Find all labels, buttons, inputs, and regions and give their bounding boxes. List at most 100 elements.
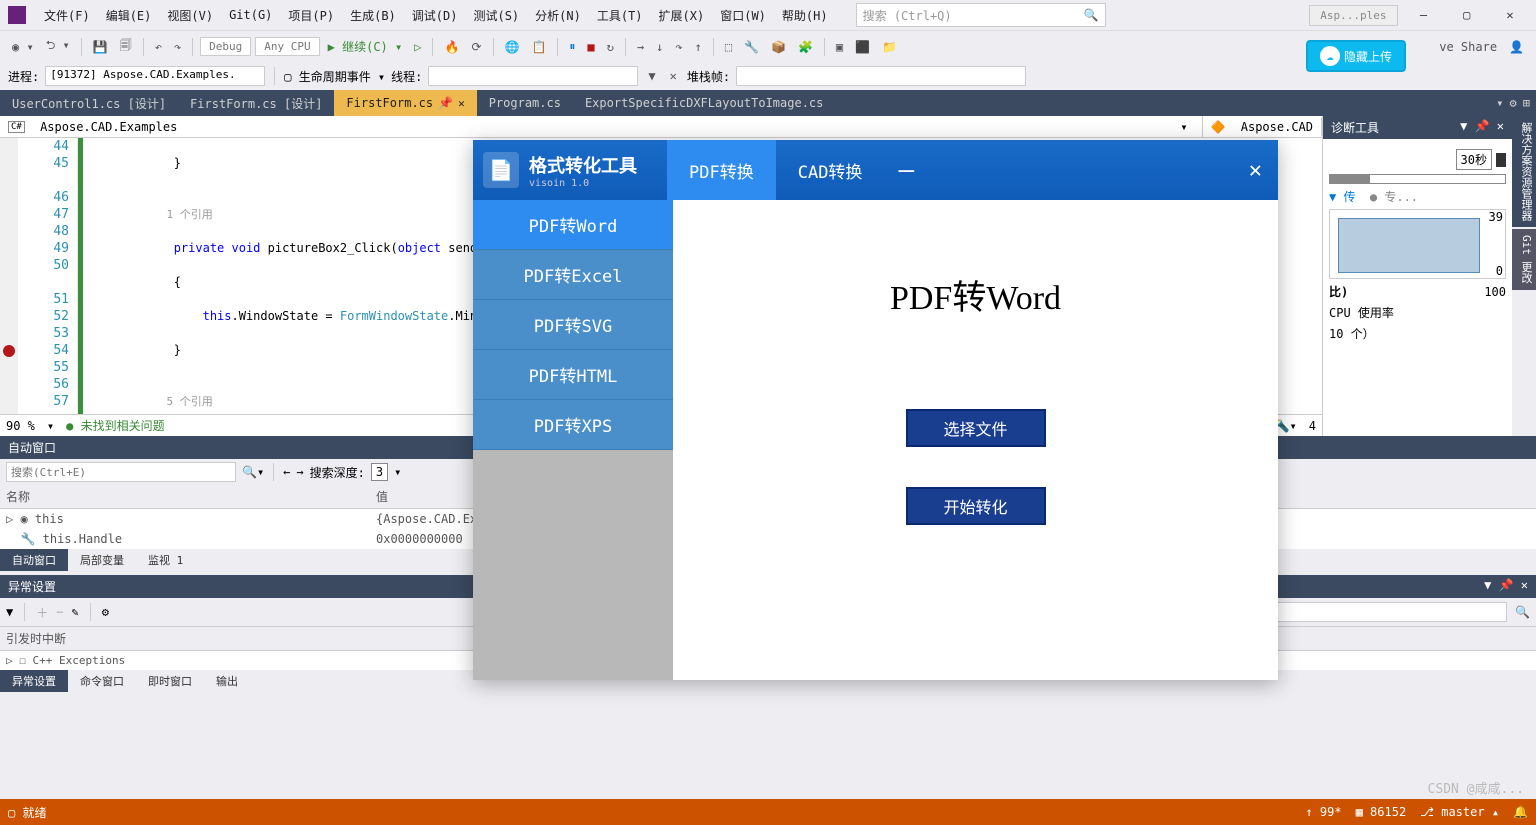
undo-icon[interactable]: ↶ xyxy=(151,38,166,56)
tool-icon[interactable]: ⬚ xyxy=(721,38,736,56)
settings-icon[interactable]: ⚙ xyxy=(102,605,109,619)
opt-pdf-html[interactable]: PDF转HTML xyxy=(473,350,673,400)
maximize-button[interactable]: ▢ xyxy=(1449,8,1485,22)
notify-icon[interactable]: 🔔 xyxy=(1513,805,1528,819)
memory-status[interactable]: ▦ 86152 xyxy=(1356,805,1407,819)
nav-fwd-icon[interactable]: → xyxy=(296,465,303,479)
refresh-icon[interactable]: ⟳ xyxy=(467,38,485,56)
view-icon[interactable]: ▣ xyxy=(832,38,847,56)
restart-icon[interactable]: ↻ xyxy=(603,38,618,56)
start-convert-button[interactable]: 开始转化 xyxy=(906,487,1046,525)
menu-analyze[interactable]: 分析(N) xyxy=(527,4,589,27)
menu-file[interactable]: 文件(F) xyxy=(36,4,98,27)
redo-icon[interactable]: ↷ xyxy=(170,38,185,56)
config-dropdown[interactable]: Debug xyxy=(200,37,251,56)
menu-project[interactable]: 项目(P) xyxy=(280,4,342,27)
breadcrumb-namespace[interactable]: Aspose.CAD.Examples xyxy=(40,120,177,134)
folder-icon[interactable]: 📁 xyxy=(878,38,901,56)
opt-pdf-svg[interactable]: PDF转SVG xyxy=(473,300,673,350)
lifecycle-button[interactable]: ▢ 生命周期事件 ▾ xyxy=(284,68,385,85)
select-file-button[interactable]: 选择文件 xyxy=(906,409,1046,447)
start-no-debug-icon[interactable]: ▷ xyxy=(410,38,425,56)
class-icon[interactable]: ⬛ xyxy=(851,38,874,56)
menu-debug[interactable]: 调试(D) xyxy=(404,4,466,27)
stack-dropdown[interactable] xyxy=(736,66,1026,86)
converter-close[interactable]: ✕ xyxy=(1233,158,1278,183)
close-tab-icon[interactable]: ✕ xyxy=(458,97,465,110)
forward-button[interactable]: ⮌ ▾ xyxy=(42,34,74,59)
pin-icon[interactable]: 📌 xyxy=(438,96,453,110)
liveshare-button[interactable]: ve Share xyxy=(1435,38,1501,56)
tool-icon4[interactable]: 🧩 xyxy=(794,38,817,56)
breakpoint-margin[interactable] xyxy=(0,138,18,414)
menu-test[interactable]: 测试(S) xyxy=(465,4,527,27)
watch-tab[interactable]: 监视 1 xyxy=(136,549,195,571)
nav-back-icon[interactable]: ← xyxy=(283,465,290,479)
filter-icon[interactable]: ▼ xyxy=(6,605,13,619)
browser-icon[interactable]: 🌐 xyxy=(501,38,524,56)
step-over-icon[interactable]: ↷ xyxy=(671,38,686,56)
minimize-button[interactable]: — xyxy=(1406,8,1442,22)
process-dropdown[interactable]: [91372] Aspose.CAD.Examples. xyxy=(45,66,265,86)
back-button[interactable]: ◉ ▾ xyxy=(8,38,38,56)
opt-pdf-xps[interactable]: PDF转XPS xyxy=(473,400,673,450)
continue-button[interactable]: ▶ 继续(C) ▾ xyxy=(324,36,407,57)
autos-tab[interactable]: 自动窗口 xyxy=(0,549,68,571)
output-tab[interactable]: 输出 xyxy=(204,670,250,692)
locals-tab[interactable]: 局部变量 xyxy=(68,549,136,571)
zoom-level[interactable]: 90 % xyxy=(6,419,35,433)
edit-icon[interactable]: ✎ xyxy=(71,605,78,619)
git-changes-tab[interactable]: Git 更改 xyxy=(1512,229,1536,290)
exc-tab[interactable]: 异常设置 xyxy=(0,670,68,692)
tab-program[interactable]: Program.cs xyxy=(477,90,573,116)
upload-float-button[interactable]: ☁ 隐藏上传 xyxy=(1306,40,1406,72)
filter-icon[interactable]: ▼ xyxy=(644,67,659,85)
tab-firstform-cs[interactable]: FirstForm.cs📌✕ xyxy=(334,90,476,116)
breadcrumb-class[interactable]: Aspose.CAD xyxy=(1241,120,1313,134)
var-this[interactable]: this xyxy=(35,512,64,526)
depth-value[interactable]: 3 xyxy=(371,463,388,481)
cmd-tab[interactable]: 命令窗口 xyxy=(68,670,136,692)
save-icon[interactable]: 💾 xyxy=(89,38,112,56)
step-out-icon[interactable]: ↑ xyxy=(691,38,706,56)
menu-help[interactable]: 帮助(H) xyxy=(774,4,836,27)
global-search[interactable]: 搜索 (Ctrl+Q) 🔍 xyxy=(856,3,1106,27)
converter-tab-cad[interactable]: CAD转换 xyxy=(776,140,885,200)
menu-edit[interactable]: 编辑(E) xyxy=(98,4,160,27)
tool-icon3[interactable]: 📦 xyxy=(767,38,790,56)
tab-usercontrol[interactable]: UserControl1.cs [设计] xyxy=(0,90,178,116)
menu-git[interactable]: Git(G) xyxy=(221,5,280,25)
tool-icon2[interactable]: 🔧 xyxy=(740,38,763,56)
stop-icon[interactable]: ■ xyxy=(583,38,598,56)
converter-tab-pdf[interactable]: PDF转换 xyxy=(667,140,776,200)
menu-tools[interactable]: 工具(T) xyxy=(589,4,651,27)
clear-icon[interactable]: ✕ xyxy=(666,67,681,85)
var-handle[interactable]: this.Handle xyxy=(43,532,122,546)
menu-extensions[interactable]: 扩展(X) xyxy=(651,4,713,27)
opt-pdf-excel[interactable]: PDF转Excel xyxy=(473,250,673,300)
breakpoint-icon[interactable] xyxy=(3,345,15,357)
thread-dropdown[interactable] xyxy=(428,66,638,86)
autos-search[interactable] xyxy=(6,462,236,482)
show-next-icon[interactable]: → xyxy=(633,38,648,56)
vcs-status[interactable]: ↑ 99* xyxy=(1305,805,1341,819)
branch-status[interactable]: ⎇ master ▴ xyxy=(1420,805,1499,819)
opt-pdf-word[interactable]: PDF转Word xyxy=(473,200,673,250)
issues-status[interactable]: ● 未找到相关问题 xyxy=(66,417,164,434)
account-icon[interactable]: 👤 xyxy=(1505,38,1528,56)
platform-dropdown[interactable]: Any CPU xyxy=(255,37,319,56)
save-all-icon[interactable]: 🗐 xyxy=(116,34,136,59)
hot-reload-icon[interactable]: 🔥 xyxy=(440,38,463,56)
tab-exportdxf[interactable]: ExportSpecificDXFLayoutToImage.cs xyxy=(573,90,835,116)
tab-more-icon[interactable]: ⊞ xyxy=(1523,96,1530,110)
menu-build[interactable]: 生成(B) xyxy=(342,4,404,27)
solution-explorer-tab[interactable]: 解决方案资源管理器 xyxy=(1512,116,1536,227)
step-into-icon[interactable]: ↓ xyxy=(652,38,667,56)
tab-dropdown-icon[interactable]: ▾ xyxy=(1496,96,1503,110)
tab-settings-icon[interactable]: ⚙ xyxy=(1510,96,1517,110)
remove-icon[interactable]: − xyxy=(56,605,63,619)
menu-window[interactable]: 窗口(W) xyxy=(712,4,774,27)
add-icon[interactable]: ＋ xyxy=(36,604,48,621)
menu-view[interactable]: 视图(V) xyxy=(159,4,221,27)
script-icon[interactable]: 📋 xyxy=(527,38,550,56)
